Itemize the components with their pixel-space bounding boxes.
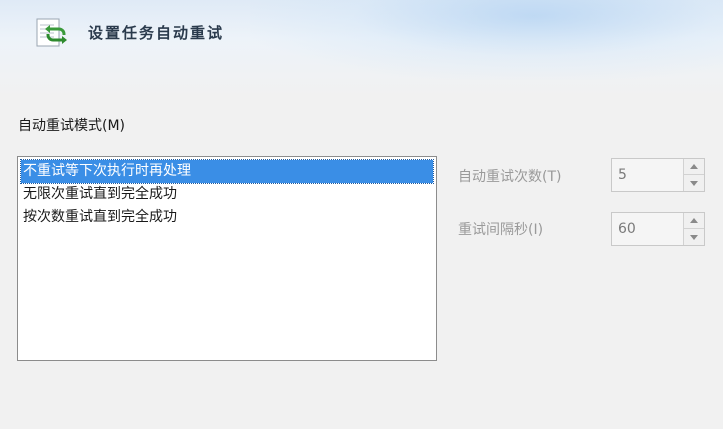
retry-mode-option-by-count[interactable]: 按次数重试直到完全成功 — [21, 206, 433, 229]
dialog-title: 设置任务自动重试 — [88, 24, 225, 42]
retry-interval-value[interactable]: 60 — [618, 213, 636, 245]
retry-interval-up-button[interactable] — [684, 213, 704, 229]
retry-count-label: 自动重试次数(T) — [458, 169, 562, 185]
retry-mode-option-infinite[interactable]: 无限次重试直到完全成功 — [21, 183, 433, 206]
retry-mode-option-no-retry[interactable]: 不重试等下次执行时再处理 — [20, 159, 434, 184]
retry-mode-label: 自动重试模式(M) — [18, 118, 126, 134]
retry-interval-stepper[interactable]: 60 — [611, 212, 705, 246]
dialog-header: 设置任务自动重试 — [0, 0, 723, 96]
retry-count-up-button[interactable] — [684, 159, 704, 175]
retry-mode-listbox[interactable]: 不重试等下次执行时再处理 无限次重试直到完全成功 按次数重试直到完全成功 — [17, 156, 437, 361]
arrow-down-icon — [690, 234, 698, 240]
arrow-down-icon — [690, 180, 698, 186]
retry-interval-down-button[interactable] — [684, 229, 704, 245]
header-glow — [250, 0, 723, 80]
retry-count-stepper[interactable]: 5 — [611, 158, 705, 192]
retry-arrows-icon — [34, 16, 72, 50]
arrow-up-icon — [690, 218, 698, 223]
retry-interval-label: 重试间隔秒(I) — [458, 222, 544, 238]
retry-interval-spin-buttons — [683, 213, 704, 245]
retry-count-down-button[interactable] — [684, 175, 704, 191]
retry-count-spin-buttons — [683, 159, 704, 191]
retry-count-value[interactable]: 5 — [618, 159, 627, 191]
arrow-up-icon — [690, 164, 698, 169]
